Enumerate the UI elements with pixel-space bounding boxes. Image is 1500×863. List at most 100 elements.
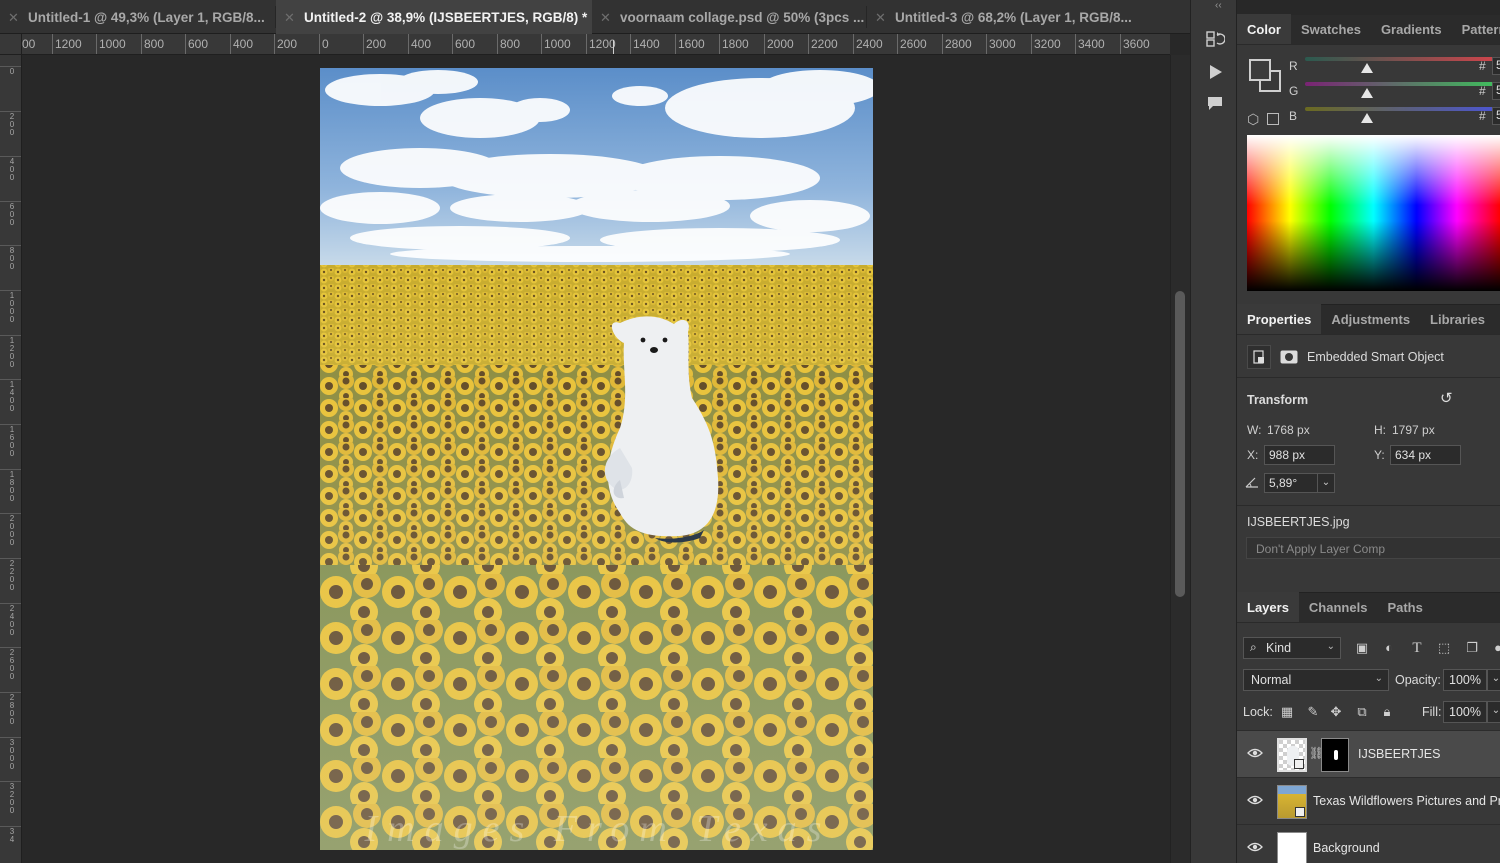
lock-artboard-icon[interactable]: ⧉	[1353, 703, 1371, 721]
chevron-down-icon[interactable]: ⌄	[1487, 701, 1500, 723]
ruler-label: 34	[9, 827, 15, 844]
tab-paths[interactable]: Paths	[1377, 592, 1432, 622]
gamut-cube-icon[interactable]: ⬡	[1247, 111, 1259, 128]
visibility-eye-icon[interactable]	[1247, 840, 1263, 855]
ruler-label: 2200	[811, 37, 838, 51]
tab-color[interactable]: Color	[1237, 14, 1291, 44]
visibility-eye-icon[interactable]	[1247, 746, 1263, 761]
collapse-panels-icon[interactable]: ‹‹	[1215, 0, 1222, 11]
channel-label-g: G	[1289, 84, 1299, 98]
ruler-left[interactable]: 0 200 400 600 800 1000 1200 1400 1600 18…	[0, 55, 22, 863]
properties-panel: Properties Adjustments Libraries Embedde…	[1237, 304, 1500, 592]
doc-tab-voornaam-collage[interactable]: ✕ voornaam collage.psd @ 50% (3pcs ...	[592, 0, 867, 34]
smart-object-icon[interactable]	[1247, 345, 1271, 369]
lock-all-icon[interactable]: 🔒︎	[1378, 703, 1396, 721]
channel-label-b: B	[1289, 109, 1298, 123]
web-safe-icon[interactable]	[1267, 113, 1279, 125]
opacity-input[interactable]: 100%	[1443, 669, 1487, 691]
ruler-label: 2600	[9, 648, 15, 681]
canvas-watermark: Images From Texas	[364, 808, 832, 850]
layer-name[interactable]: Texas Wildflowers Pictures and Pr	[1313, 794, 1500, 808]
blue-value-input[interactable]: 5	[1492, 107, 1500, 125]
tab-gradients[interactable]: Gradients	[1371, 14, 1452, 44]
layer-name[interactable]: Background	[1313, 841, 1380, 855]
fill-input[interactable]: 100%	[1443, 701, 1487, 723]
red-slider-handle[interactable]	[1361, 63, 1373, 73]
y-position-input[interactable]: 634 px	[1390, 445, 1461, 465]
tab-properties[interactable]: Properties	[1237, 304, 1322, 334]
shape-filter-icon[interactable]: ⬚	[1435, 639, 1453, 657]
scrollbar-thumb[interactable]	[1175, 291, 1185, 597]
blend-mode-label: Normal	[1251, 673, 1292, 687]
tab-layers[interactable]: Layers	[1237, 592, 1299, 622]
document-canvas[interactable]: Images From Texas	[320, 68, 873, 850]
lock-position-icon[interactable]: ✥	[1327, 703, 1345, 721]
width-value[interactable]: 1768 px	[1267, 423, 1310, 437]
layer-row-texas-wildflowers[interactable]: Texas Wildflowers Pictures and Pr	[1237, 777, 1500, 824]
rotation-angle-input[interactable]: 5,89°	[1264, 473, 1318, 493]
ruler-label: 2400	[856, 37, 883, 51]
green-value-input[interactable]: 5	[1492, 82, 1500, 100]
red-slider-track[interactable]	[1305, 57, 1500, 61]
actions-play-icon[interactable]	[1204, 61, 1226, 83]
close-icon[interactable]: ✕	[875, 10, 886, 26]
foreground-color-swatch[interactable]	[1249, 59, 1271, 81]
ruler-corner[interactable]	[0, 34, 22, 55]
layer-comp-dropdown[interactable]: Don't Apply Layer Comp	[1246, 537, 1500, 559]
smart-object-badge-icon	[1294, 759, 1304, 769]
layer-thumbnail	[1277, 785, 1307, 819]
pixel-filter-icon[interactable]: ▣	[1353, 639, 1371, 657]
red-value-input[interactable]: 5	[1492, 57, 1500, 75]
chevron-down-icon[interactable]: ⌄	[1317, 473, 1335, 493]
smart-object-filter-icon[interactable]: ❐	[1463, 639, 1481, 657]
close-icon[interactable]: ✕	[600, 10, 611, 26]
height-label: H:	[1374, 423, 1386, 437]
ruler-label: 600	[455, 37, 476, 51]
green-slider-track[interactable]	[1305, 82, 1500, 86]
history-icon[interactable]	[1204, 28, 1226, 50]
lock-transparent-pixels-icon[interactable]: ▦	[1278, 703, 1296, 721]
angle-icon	[1245, 476, 1259, 491]
comments-icon[interactable]	[1204, 92, 1226, 114]
layer-mask-thumbnail[interactable]	[1321, 738, 1349, 772]
height-value[interactable]: 1797 px	[1392, 423, 1435, 437]
type-filter-icon[interactable]: T	[1408, 639, 1426, 657]
tab-patterns[interactable]: Patterns	[1452, 14, 1500, 44]
blend-mode-dropdown[interactable]: Normal ⌄	[1243, 669, 1389, 691]
tab-swatches[interactable]: Swatches	[1291, 14, 1371, 44]
filter-toggle-icon[interactable]: ●	[1489, 639, 1500, 657]
ruler-label: 400	[233, 37, 254, 51]
chevron-down-icon[interactable]: ⌄	[1487, 669, 1500, 691]
layer-mask-icon[interactable]	[1277, 345, 1301, 369]
doc-tab-untitled-1[interactable]: ✕ Untitled-1 @ 49,3% (Layer 1, RGB/8...	[0, 0, 276, 34]
blue-slider-handle[interactable]	[1361, 113, 1373, 123]
layer-thumbnail	[1277, 832, 1307, 863]
layers-panel: Layers Channels Paths ⌕ Kind ⌄ ▣ ◐ T ⬚ ❐…	[1237, 592, 1500, 863]
layer-row-ijsbeertjes[interactable]: ⛓ IJSBEERTJES	[1237, 730, 1500, 777]
ruler-label: 800	[144, 37, 165, 51]
doc-tab-untitled-2[interactable]: ✕ Untitled-2 @ 38,9% (IJSBEERTJES, RGB/8…	[276, 0, 592, 34]
close-icon[interactable]: ✕	[284, 10, 295, 26]
layer-filter-kind-dropdown[interactable]: ⌕ Kind ⌄	[1243, 637, 1341, 659]
layer-name[interactable]: IJSBEERTJES	[1358, 747, 1440, 761]
layer-row-background[interactable]: Background	[1237, 824, 1500, 863]
visibility-eye-icon[interactable]	[1247, 793, 1263, 808]
x-position-input[interactable]: 988 px	[1264, 445, 1335, 465]
green-slider-handle[interactable]	[1361, 88, 1373, 98]
ruler-label: 1200	[589, 37, 616, 51]
close-icon[interactable]: ✕	[8, 10, 19, 26]
lock-image-pixels-icon[interactable]: ✎	[1304, 703, 1322, 721]
vertical-scrollbar[interactable]	[1170, 55, 1190, 863]
doc-tab-untitled-3[interactable]: ✕ Untitled-3 @ 68,2% (Layer 1, RGB/8...	[867, 0, 1190, 34]
tab-libraries[interactable]: Libraries	[1420, 304, 1495, 334]
smart-object-type: Embedded Smart Object	[1307, 350, 1444, 364]
color-spectrum[interactable]	[1247, 135, 1500, 291]
adjustment-filter-icon[interactable]: ◐	[1380, 639, 1398, 657]
tab-channels[interactable]: Channels	[1299, 592, 1378, 622]
ruler-label: 800	[9, 246, 15, 271]
blue-slider-track[interactable]	[1305, 107, 1500, 111]
tab-adjustments[interactable]: Adjustments	[1321, 304, 1420, 334]
lock-label: Lock:	[1243, 705, 1273, 719]
ruler-top[interactable]: 00 1200 1000 800 600 400 200 0 200 400 6…	[22, 34, 1170, 55]
reset-transform-icon[interactable]: ↺	[1440, 389, 1453, 407]
